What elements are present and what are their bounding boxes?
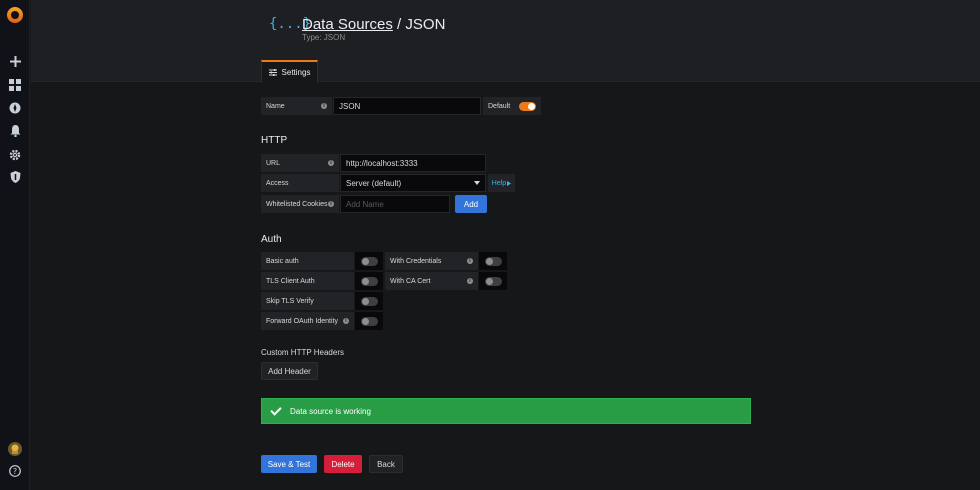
- shield-icon[interactable]: [0, 167, 30, 187]
- sliders-icon: [268, 69, 277, 76]
- skip-tls-verify-text: Skip TLS Verify: [266, 297, 314, 305]
- sidebar: ?: [0, 0, 30, 490]
- basic-auth-toggle[interactable]: [360, 256, 378, 266]
- auth-section-title: Auth: [261, 234, 282, 245]
- cookie-name-input[interactable]: Add Name: [340, 195, 450, 213]
- avatar[interactable]: [0, 439, 30, 459]
- default-label: Default: [483, 97, 513, 115]
- info-icon: i: [467, 278, 473, 284]
- add-cookie-button[interactable]: Add: [455, 195, 487, 213]
- explore-icon[interactable]: [0, 98, 30, 118]
- with-credentials-text: With Credentials: [390, 257, 442, 265]
- url-input[interactable]: http://localhost:3333: [340, 154, 486, 172]
- breadcrumb-separator: /: [392, 16, 406, 33]
- breadcrumb-datasources-link[interactable]: Data Sources: [302, 16, 393, 33]
- access-select[interactable]: Server (default): [340, 174, 486, 192]
- forward-oauth-toggle[interactable]: [360, 316, 378, 326]
- gear-icon[interactable]: [0, 145, 30, 165]
- page-title: Data Sources / JSON: [302, 16, 445, 33]
- alerting-icon[interactable]: [0, 121, 30, 141]
- custom-headers-title: Custom HTTP Headers: [261, 348, 344, 357]
- tls-client-auth-toggle[interactable]: [360, 276, 378, 286]
- page-subtitle: Type: JSON: [302, 33, 346, 42]
- with-credentials-label: With Credentials i: [385, 252, 478, 270]
- caret-down-icon: [474, 181, 480, 185]
- tls-client-auth-toggle-box: [355, 272, 383, 290]
- cookies-label-text: Whitelisted Cookies: [266, 200, 328, 208]
- info-icon: i: [343, 318, 349, 324]
- forward-oauth-toggle-box: [355, 312, 383, 330]
- default-toggle[interactable]: [518, 101, 536, 111]
- skip-tls-verify-label: Skip TLS Verify: [261, 292, 354, 310]
- svg-text:?: ?: [13, 467, 17, 476]
- info-icon: i: [467, 258, 473, 264]
- default-toggle-box: [513, 97, 541, 115]
- caret-right-icon: [507, 180, 512, 186]
- name-label: Name i: [261, 97, 332, 115]
- check-icon: [270, 403, 282, 416]
- forward-oauth-text: Forward OAuth Identity: [266, 317, 338, 325]
- tab-settings[interactable]: Settings: [261, 60, 318, 83]
- skip-tls-verify-toggle-box: [355, 292, 383, 310]
- back-button[interactable]: Back: [369, 455, 403, 473]
- url-label: URL i: [261, 154, 339, 172]
- with-credentials-toggle[interactable]: [484, 256, 502, 266]
- basic-auth-label: Basic auth: [261, 252, 354, 270]
- help-button[interactable]: Help: [488, 174, 515, 192]
- info-icon: i: [328, 201, 334, 207]
- help-label: Help: [491, 179, 507, 187]
- alert-message: Data source is working: [290, 406, 371, 416]
- http-section-title: HTTP: [261, 135, 288, 146]
- with-ca-cert-label: With CA Cert i: [385, 272, 478, 290]
- with-ca-cert-text: With CA Cert: [390, 277, 431, 285]
- grafana-logo-icon[interactable]: [0, 4, 30, 26]
- whitelisted-cookies-label: Whitelisted Cookies i: [261, 195, 339, 213]
- help-icon[interactable]: ?: [0, 461, 30, 481]
- datasource-title: JSON: [405, 16, 446, 33]
- name-label-text: Name: [266, 102, 285, 110]
- plus-icon[interactable]: [0, 51, 30, 71]
- dashboards-icon[interactable]: [0, 75, 30, 95]
- tab-settings-label: Settings: [281, 68, 311, 77]
- default-label-text: Default: [488, 102, 511, 110]
- save-test-button[interactable]: Save & Test: [261, 455, 317, 473]
- tls-client-auth-text: TLS Client Auth: [266, 277, 315, 285]
- success-alert: Data source is working: [261, 398, 751, 424]
- with-ca-cert-toggle[interactable]: [484, 276, 502, 286]
- delete-button[interactable]: Delete: [324, 455, 362, 473]
- basic-auth-toggle-box: [355, 252, 383, 270]
- with-credentials-toggle-box: [479, 252, 507, 270]
- basic-auth-text: Basic auth: [266, 257, 299, 265]
- tls-client-auth-label: TLS Client Auth: [261, 272, 354, 290]
- access-select-value: Server (default): [346, 178, 402, 188]
- info-icon: i: [328, 160, 334, 166]
- with-ca-cert-toggle-box: [479, 272, 507, 290]
- skip-tls-verify-toggle[interactable]: [360, 296, 378, 306]
- page-header: [31, 0, 980, 82]
- add-header-button[interactable]: Add Header: [261, 362, 318, 380]
- info-icon: i: [321, 103, 327, 109]
- url-label-text: URL: [266, 159, 281, 167]
- name-input[interactable]: JSON: [333, 97, 481, 115]
- access-label-text: Access: [266, 179, 289, 187]
- access-label: Access: [261, 174, 339, 192]
- forward-oauth-label: Forward OAuth Identity i: [261, 312, 354, 330]
